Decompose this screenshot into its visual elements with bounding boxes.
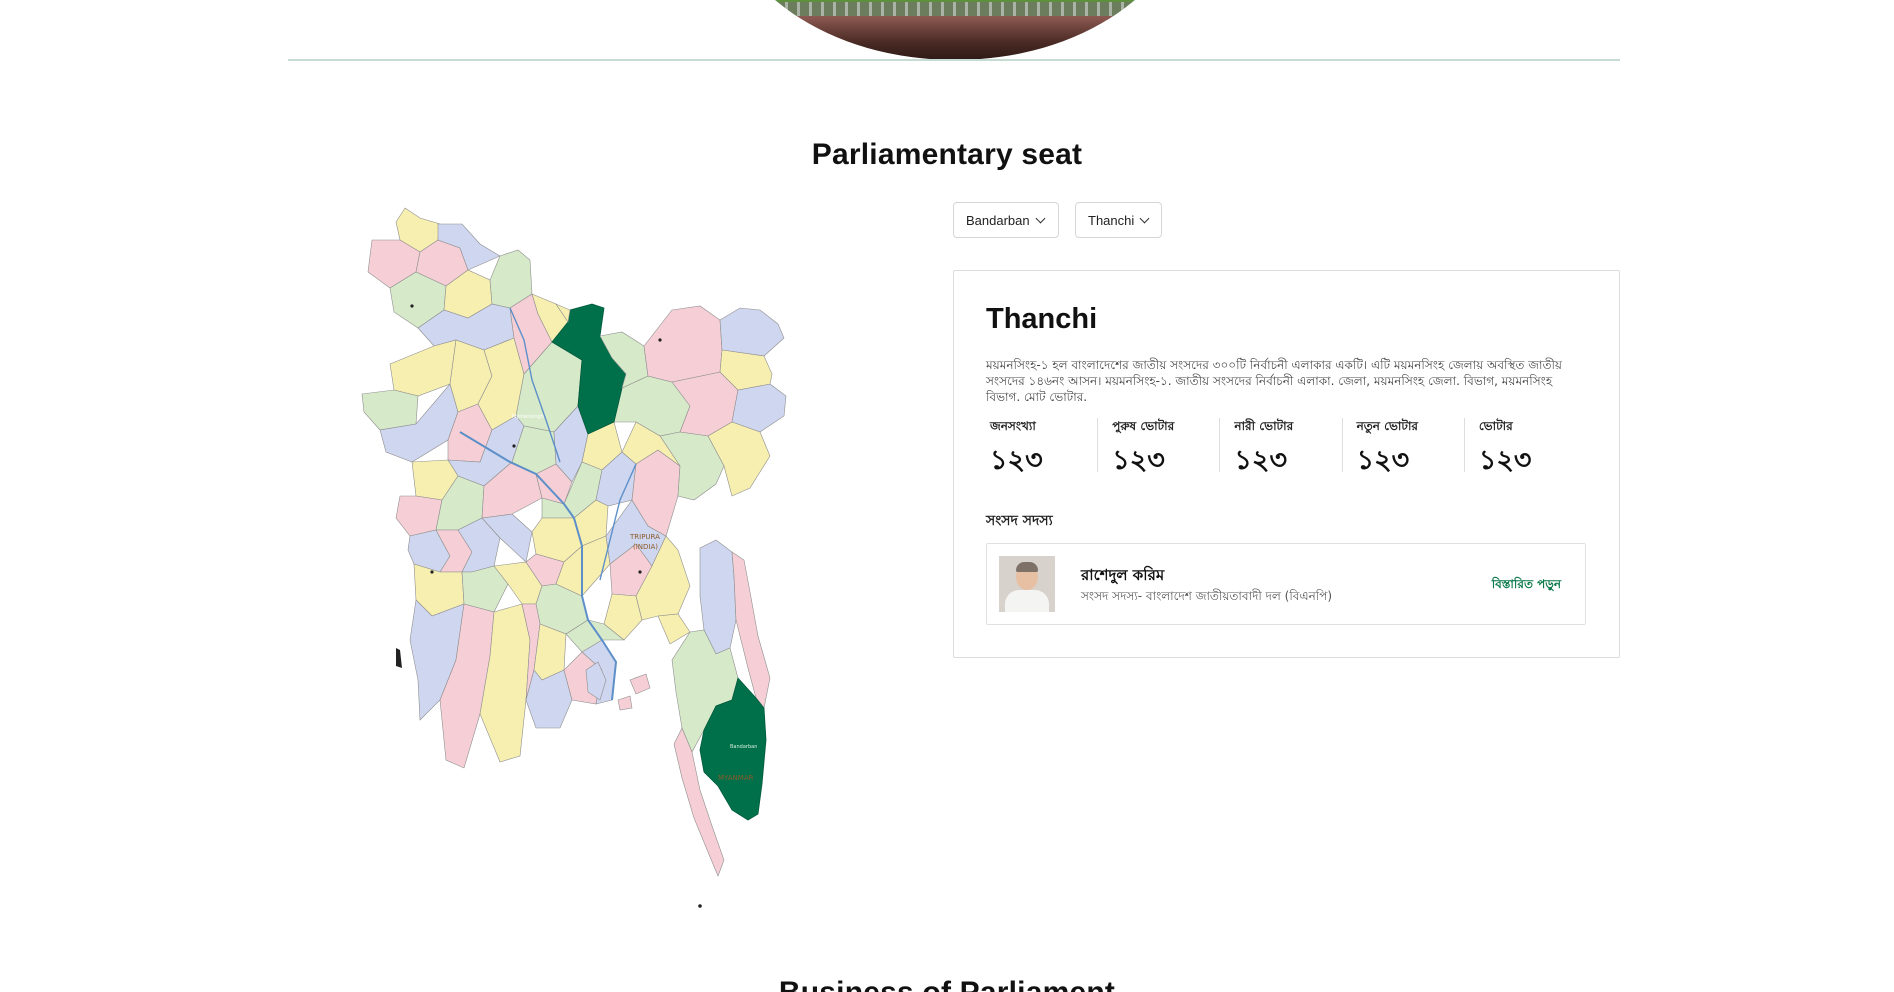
- chevron-down-icon: [1035, 213, 1046, 223]
- map-district[interactable]: [525, 669, 573, 729]
- stat-value: ১২৩: [1234, 445, 1288, 476]
- hero-image-wall: [725, 16, 1185, 60]
- map-label-myanmar: MYANMAR: [718, 774, 754, 782]
- map-label-bandarban: Bandarban: [730, 744, 757, 750]
- mp-name: রাশেদুল করিম: [1081, 566, 1165, 584]
- map-island: [396, 648, 402, 668]
- stat-value: ১২৩: [990, 445, 1043, 476]
- stat-new-voters: নতুন ভোটার ১২৩: [1341, 418, 1464, 476]
- district-select[interactable]: Bandarban: [953, 202, 1059, 238]
- map-label-tripura-sub: (INDIA): [633, 543, 658, 551]
- map-district[interactable]: [719, 307, 785, 357]
- map-dot: [430, 570, 434, 574]
- stat-total-voters: ভোটার ১২৩: [1463, 418, 1586, 476]
- upazila-select[interactable]: Thanchi: [1075, 202, 1162, 238]
- stat-value: ১২৩: [1356, 445, 1410, 476]
- map-label-mymensingh: Mymensingh: [512, 414, 544, 420]
- map-district[interactable]: [361, 389, 419, 431]
- map-label-tripura: TRIPURA: [629, 533, 660, 541]
- mp-avatar-hair: [1016, 562, 1038, 572]
- map-district[interactable]: [389, 339, 457, 397]
- upazila-select-value: Thanchi: [1088, 212, 1135, 228]
- district-map[interactable]: Mymensingh Bandarban TRIPURA (INDIA) MYA…: [356, 200, 880, 910]
- map-dot: [638, 570, 642, 574]
- map-district[interactable]: [643, 305, 723, 383]
- stat-value: ১২৩: [1478, 445, 1532, 476]
- map-island[interactable]: [617, 695, 633, 711]
- district-map-svg[interactable]: Mymensingh Bandarban TRIPURA (INDIA) MYA…: [356, 200, 880, 910]
- chevron-down-icon: [1139, 213, 1150, 223]
- map-dot: [698, 904, 702, 908]
- section-title: Parliamentary seat: [811, 138, 1083, 171]
- section-divider: [288, 59, 1620, 61]
- next-section-title: Business of Parliament: [0, 976, 1894, 992]
- map-dot: [410, 304, 414, 308]
- stat-female-voters: নারী ভোটার ১২৩: [1219, 418, 1341, 476]
- district-select-value: Bandarban: [966, 212, 1030, 228]
- hero-image-fence: [725, 2, 1185, 16]
- map-island[interactable]: [629, 673, 651, 695]
- hero-image: [725, 0, 1185, 60]
- mp-avatar: [999, 556, 1055, 612]
- stat-population: জনসংখ্যা ১২৩: [986, 418, 1097, 476]
- mp-role: সংসদ সদস্য- বাংলাদেশ জাতীয়তাবাদী দল (বি…: [1081, 589, 1333, 603]
- mp-card: রাশেদুল করিম সংসদ সদস্য- বাংলাদেশ জাতীয়…: [986, 543, 1586, 625]
- mp-avatar-shirt: [1005, 590, 1049, 612]
- mp-heading: সংসদ সদস্য: [986, 513, 1053, 529]
- stat-label: জনসংখ্যা: [990, 419, 1036, 433]
- map-dot: [658, 338, 662, 342]
- seat-description: ময়মনসিংহ-১ হল বাংলাদেশের জাতীয় সংসদের …: [986, 358, 1562, 404]
- read-more-link[interactable]: বিস্তারিত পড়ুন: [1492, 576, 1561, 596]
- stat-value: ১২৩: [1112, 445, 1165, 476]
- seat-name: Thanchi: [986, 303, 1098, 335]
- stat-label: ভোটার: [1478, 419, 1513, 433]
- stat-label: নারী ভোটার: [1234, 419, 1294, 433]
- stat-male-voters: পুরুষ ভোটার ১২৩: [1097, 418, 1219, 476]
- stat-label: নতুন ভোটার: [1356, 419, 1419, 433]
- map-dot: [512, 444, 516, 448]
- seat-stats: জনসংখ্যা ১২৩ পুরুষ ভোটার ১২৩ নারী ভোটার …: [986, 418, 1586, 476]
- seat-info-card: Thanchi ময়মনসিংহ-১ হল বাংলাদেশের জাতীয়…: [953, 270, 1620, 658]
- stat-label: পুরুষ ভোটার: [1112, 419, 1175, 433]
